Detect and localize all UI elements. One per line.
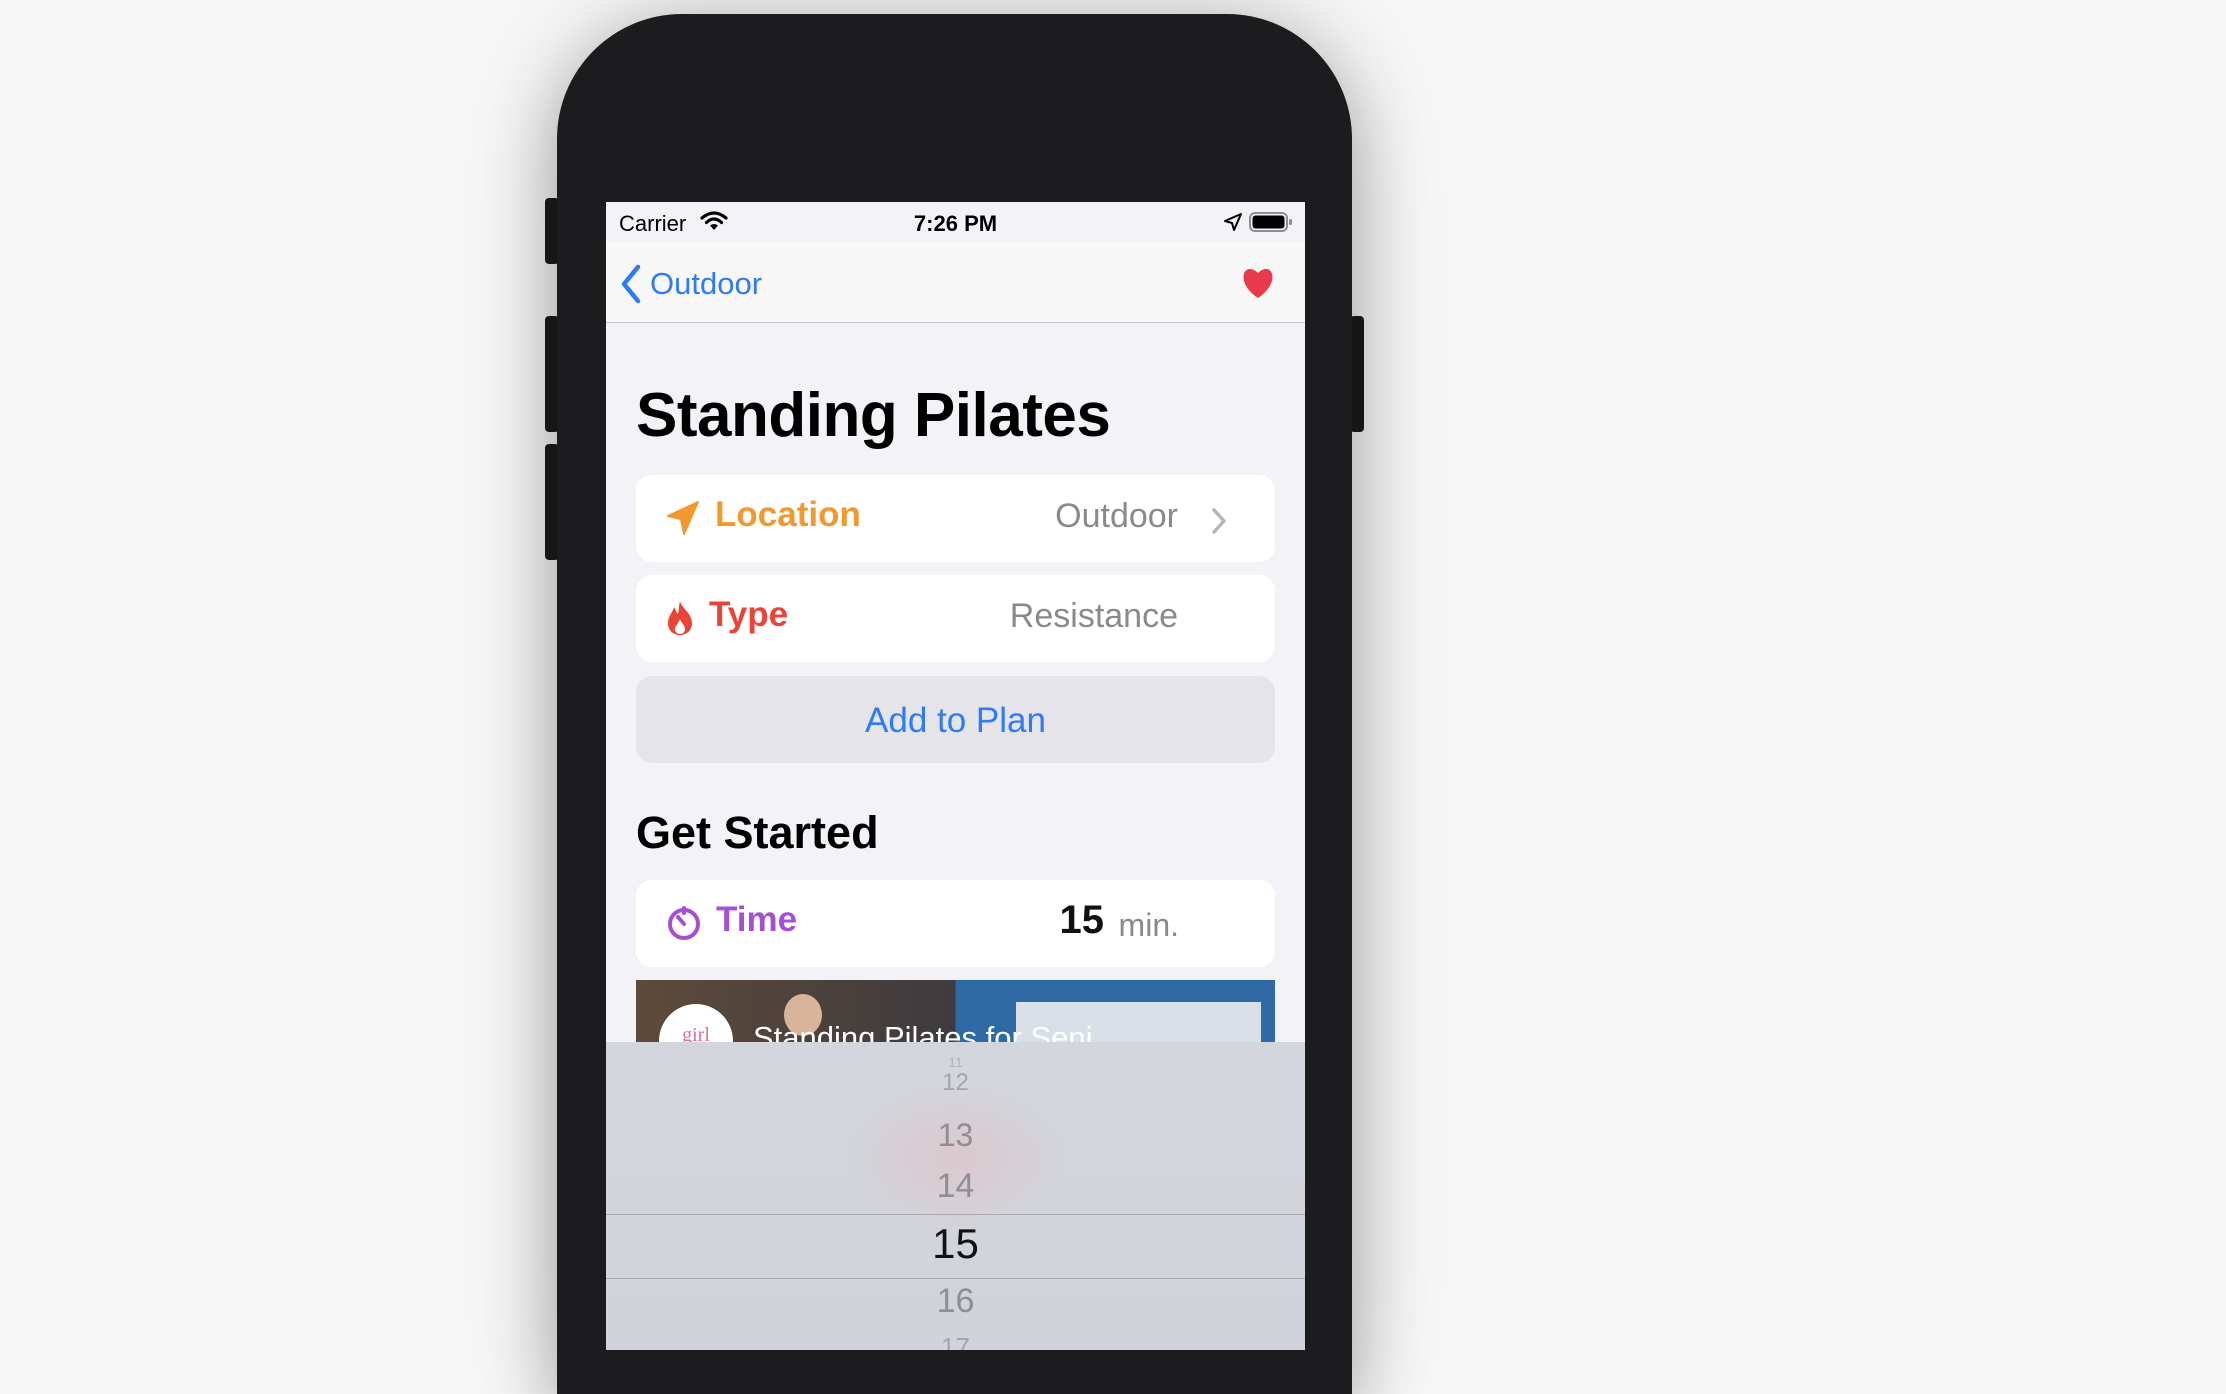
type-row: Type Resistance xyxy=(636,575,1275,662)
picker-selection-top-line xyxy=(606,1214,1305,1215)
status-clock: 7:26 PM xyxy=(913,211,998,236)
location-services-icon xyxy=(1223,212,1243,237)
location-row[interactable]: Location Outdoor xyxy=(636,475,1275,562)
timer-icon xyxy=(666,904,702,947)
picker-selected-item[interactable]: 15 xyxy=(606,1220,1305,1268)
location-label: Location xyxy=(715,495,861,534)
location-arrow-icon xyxy=(666,500,700,541)
chevron-right-icon xyxy=(1211,507,1227,540)
type-label: Type xyxy=(709,595,789,634)
picker-item[interactable]: 16 xyxy=(606,1282,1305,1321)
page-title: Standing Pilates xyxy=(636,381,1111,450)
heart-icon xyxy=(1243,269,1273,298)
picker-glow xyxy=(846,1082,1066,1232)
location-value: Outdoor xyxy=(1055,497,1178,535)
navigation-bar: Outdoor xyxy=(606,242,1305,323)
minutes-picker[interactable]: 11 12 13 14 15 16 17 xyxy=(606,1042,1305,1350)
time-unit: min. xyxy=(1118,907,1179,943)
time-row[interactable]: Time 15 min. xyxy=(636,880,1275,967)
picker-item[interactable]: 17 xyxy=(606,1332,1305,1350)
flame-icon xyxy=(666,599,694,642)
chevron-left-icon xyxy=(621,264,641,304)
picker-item[interactable]: 12 xyxy=(606,1069,1305,1097)
picker-selection-bottom-line xyxy=(606,1278,1305,1279)
status-bar: Carrier 7:26 PM xyxy=(606,202,1305,242)
back-button-label: Outdoor xyxy=(650,266,763,301)
power-button xyxy=(1350,316,1364,432)
back-button[interactable]: Outdoor xyxy=(620,262,762,306)
section-header-get-started: Get Started xyxy=(636,807,879,858)
type-value: Resistance xyxy=(1009,597,1178,635)
favorite-button[interactable] xyxy=(1236,262,1280,306)
battery-icon xyxy=(1249,211,1293,238)
picker-item[interactable]: 14 xyxy=(606,1167,1305,1206)
time-value: 15 xyxy=(1059,898,1105,942)
time-label: Time xyxy=(716,900,798,939)
phone-screen: Carrier 7:26 PM Outdoor Standing Pilates… xyxy=(606,202,1305,1350)
picker-item[interactable]: 11 xyxy=(606,1054,1305,1070)
add-to-plan-button[interactable]: Add to Plan xyxy=(636,676,1275,763)
picker-item[interactable]: 13 xyxy=(606,1117,1305,1154)
